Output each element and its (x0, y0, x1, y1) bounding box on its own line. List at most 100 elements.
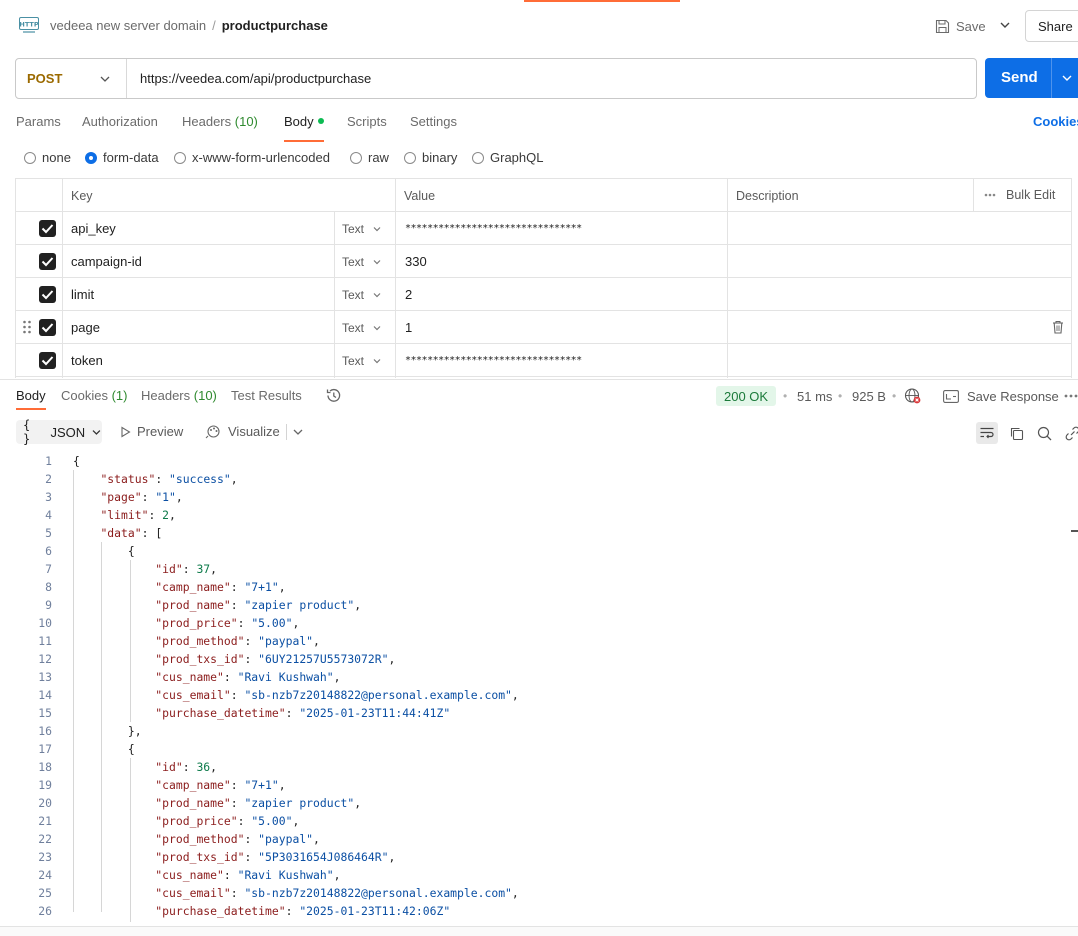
param-key[interactable]: campaign-id (71, 254, 142, 269)
tab-cookies-count: (1) (111, 388, 128, 403)
row-checkbox[interactable] (39, 220, 56, 237)
history-icon[interactable] (325, 387, 342, 404)
code-line: "page": "1", (100, 490, 183, 504)
code-line: "cus_name": "Ravi Kushwah", (155, 670, 341, 684)
chevron-down-icon[interactable] (1061, 72, 1073, 84)
line-number: 6 (45, 544, 52, 558)
search-icon (1037, 426, 1051, 440)
radio-form-data[interactable]: form-data (85, 150, 159, 165)
url-input[interactable] (140, 71, 960, 86)
body-indicator-dot (317, 118, 324, 124)
visualize-icon (205, 425, 220, 439)
cookies-link[interactable]: Cookies (1033, 114, 1078, 129)
search-button[interactable] (1033, 422, 1055, 444)
radio-none[interactable]: none (24, 150, 71, 165)
param-type-select[interactable]: Text (342, 321, 382, 335)
chevron-down-icon[interactable] (998, 18, 1012, 32)
tab-response-cookies[interactable]: Cookies (1) (61, 388, 127, 403)
response-time[interactable]: 51 ms (797, 389, 832, 404)
send-label: Send (1001, 69, 1038, 86)
param-type-select[interactable]: Text (342, 288, 382, 302)
row-checkbox[interactable] (39, 352, 56, 369)
response-divider (0, 379, 1078, 380)
request-name[interactable]: productpurchase (222, 18, 328, 33)
code-line: "data": [ (100, 526, 163, 540)
code-line: "prod_price": "5.00", (155, 814, 300, 828)
drag-handle-icon[interactable] (22, 320, 32, 334)
save-response-label: Save Response (967, 389, 1059, 404)
row-checkbox[interactable] (39, 286, 56, 303)
visualize-button[interactable]: Visualize (205, 424, 280, 439)
line-number: 5 (45, 526, 52, 540)
chevron-down-icon[interactable] (99, 73, 111, 85)
param-value[interactable]: 1 (405, 320, 412, 335)
tab-authorization[interactable]: Authorization (82, 114, 158, 129)
param-key[interactable]: page (71, 320, 100, 335)
visualize-label: Visualize (228, 424, 280, 439)
send-button[interactable]: Send (985, 58, 1078, 98)
param-value[interactable]: ******************************** (405, 355, 582, 366)
param-type-label: Text (342, 255, 365, 269)
line-number: 14 (38, 688, 52, 702)
table-row: limit Text 2 (16, 278, 1071, 311)
code-line: "cus_email": "sb-nzb7z20148822@personal.… (155, 886, 519, 900)
copy-button[interactable] (1005, 422, 1027, 444)
param-key[interactable]: token (71, 353, 103, 368)
preview-button[interactable]: Preview (120, 424, 183, 439)
wrap-lines-button[interactable] (976, 422, 998, 444)
tab-test-results[interactable]: Test Results (231, 388, 302, 403)
param-key[interactable]: limit (71, 287, 94, 302)
param-value[interactable]: 2 (405, 287, 412, 302)
share-button[interactable]: Share (1025, 10, 1078, 42)
save-response-button[interactable]: Save Response (943, 389, 1059, 404)
param-key[interactable]: api_key (71, 221, 116, 236)
line-number: 26 (38, 904, 52, 918)
copy-link-button[interactable] (1061, 422, 1078, 444)
param-type-label: Text (342, 354, 365, 368)
radio-graphql[interactable]: GraphQL (472, 150, 543, 165)
copy-icon (1010, 427, 1023, 440)
radio-label: form-data (103, 150, 159, 165)
radio-label: none (42, 150, 71, 165)
param-type-select[interactable]: Text (342, 222, 382, 236)
param-value[interactable]: ******************************** (405, 223, 582, 234)
radio-binary[interactable]: binary (404, 150, 457, 165)
tab-response-headers[interactable]: Headers (10) (141, 388, 217, 403)
param-type-select[interactable]: Text (342, 255, 382, 269)
save-button[interactable]: Save (935, 16, 986, 36)
line-number: 10 (38, 616, 52, 630)
response-json-viewer[interactable]: 1{2 "status": "success", 3 "page": "1", 4 … (0, 452, 1078, 922)
status-badge[interactable]: 200 OK (716, 386, 777, 406)
tab-body[interactable]: Body (284, 114, 324, 129)
response-size[interactable]: 925 B (852, 389, 886, 404)
indent-guide (130, 560, 131, 722)
format-select[interactable]: { } JSON (16, 418, 102, 446)
param-value[interactable]: 330 (405, 254, 427, 269)
bulk-edit-button[interactable]: Bulk Edit (984, 188, 1055, 202)
radio-label: raw (368, 150, 389, 165)
breadcrumb: vedeea new server domain / productpurchase (50, 18, 328, 33)
indent-guide (130, 758, 131, 922)
row-checkbox[interactable] (39, 319, 56, 336)
trash-icon[interactable] (1052, 320, 1064, 334)
radio-urlencoded[interactable]: x-www-form-urlencoded (174, 150, 330, 165)
tab-params[interactable]: Params (16, 114, 61, 129)
tab-response-body[interactable]: Body (16, 388, 46, 403)
code-line: "status": "success", (100, 472, 238, 486)
more-icon[interactable] (1064, 390, 1078, 402)
row-checkbox[interactable] (39, 253, 56, 270)
tab-settings[interactable]: Settings (410, 114, 457, 129)
radio-raw[interactable]: raw (350, 150, 389, 165)
method-select[interactable]: POST (27, 71, 62, 86)
tab-scripts[interactable]: Scripts (347, 114, 387, 129)
breadcrumb-collection[interactable]: vedeea new server domain (50, 18, 206, 33)
chevron-down-icon[interactable] (292, 426, 304, 438)
globe-icon[interactable] (904, 387, 921, 404)
save-label: Save (956, 18, 986, 34)
param-type-select[interactable]: Text (342, 354, 382, 368)
chevron-down-icon (373, 293, 381, 298)
code-line: "prod_name": "zapier product", (155, 598, 362, 612)
radio-circle (404, 151, 416, 164)
meta-separator: • (838, 389, 843, 403)
tab-headers[interactable]: Headers (10) (182, 114, 258, 129)
